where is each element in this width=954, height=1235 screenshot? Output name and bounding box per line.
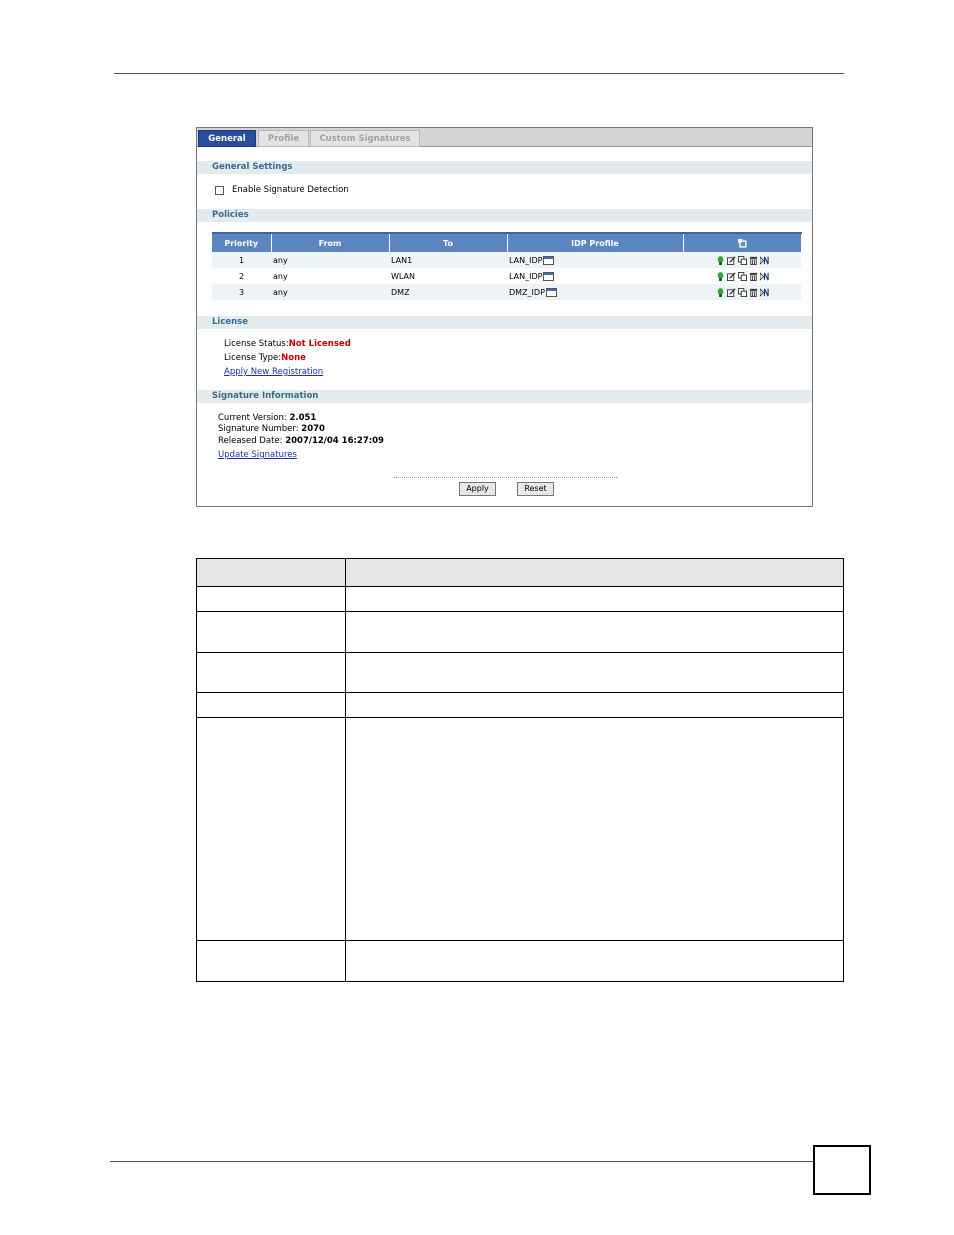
move-icon[interactable] <box>759 271 769 281</box>
status-icon[interactable] <box>716 287 725 297</box>
to-cell: DMZ <box>389 284 507 300</box>
priority-cell: 2 <box>212 268 271 284</box>
released-date-value: 2007/12/04 16:27:09 <box>285 436 384 446</box>
page-number-box <box>813 1145 871 1195</box>
section-signature-information: Signature Information <box>197 390 812 403</box>
delete-icon[interactable] <box>749 288 758 297</box>
policies-table: Priority From To IDP Profile 1 any LAN1 … <box>212 232 802 300</box>
edit-icon[interactable] <box>726 287 736 297</box>
table-row[interactable]: 1 any LAN1 LAN_IDP <box>212 252 801 268</box>
move-icon[interactable] <box>759 255 769 265</box>
copy-icon[interactable] <box>737 255 747 265</box>
button-divider <box>394 477 617 478</box>
column-divider <box>345 559 346 981</box>
copy-icon[interactable] <box>737 287 747 297</box>
row-divider <box>197 611 843 612</box>
license-type-value: None <box>281 353 306 363</box>
idp-profile-cell: LAN_IDP <box>507 268 683 284</box>
edit-icon[interactable] <box>726 271 736 281</box>
move-icon[interactable] <box>759 287 769 297</box>
idp-profile-cell: DMZ_IDP <box>507 284 683 300</box>
tab-general[interactable]: General <box>198 130 256 147</box>
to-cell: LAN1 <box>389 252 507 268</box>
edit-icon[interactable] <box>726 255 736 265</box>
license-status-value: Not Licensed <box>288 339 351 349</box>
priority-cell: 1 <box>212 252 271 268</box>
profile-window-icon[interactable] <box>545 287 557 297</box>
tab-bar: General Profile Custom Signatures <box>197 128 812 147</box>
col-to[interactable]: To <box>389 232 508 252</box>
description-table <box>196 558 844 982</box>
apply-new-registration-link[interactable]: Apply New Registration <box>224 367 323 377</box>
add-icon[interactable] <box>737 238 747 248</box>
released-date-label: Released Date: <box>218 436 286 446</box>
policies-header-row: Priority From To IDP Profile <box>212 232 802 252</box>
idp-profile-value: DMZ_IDP <box>509 287 545 297</box>
row-divider <box>197 940 843 941</box>
signature-number-row: Signature Number: 2070 <box>218 424 325 434</box>
current-version-value: 2.051 <box>289 413 317 423</box>
copy-icon[interactable] <box>737 271 747 281</box>
row-divider <box>197 692 843 693</box>
status-icon[interactable] <box>716 271 725 281</box>
license-type-label: License Type: <box>224 353 282 363</box>
delete-icon[interactable] <box>749 272 758 281</box>
section-policies: Policies <box>197 209 812 222</box>
section-general-settings: General Settings <box>197 161 812 174</box>
col-priority[interactable]: Priority <box>212 232 272 252</box>
table-row[interactable]: 2 any WLAN LAN_IDP <box>212 268 801 284</box>
license-type-row: License Type:None <box>224 353 306 363</box>
current-version-label: Current Version: <box>218 413 290 423</box>
enable-signature-detection-checkbox[interactable] <box>215 186 224 195</box>
description-table-header <box>197 559 843 587</box>
idp-general-screen: General Profile Custom Signatures Genera… <box>196 127 813 507</box>
signature-number-value: 2070 <box>301 424 325 434</box>
delete-icon[interactable] <box>749 256 758 265</box>
actions-cell <box>683 284 801 300</box>
from-cell: any <box>271 252 389 268</box>
tab-custom-signatures[interactable]: Custom Signatures <box>310 130 420 147</box>
section-license: License <box>197 316 812 329</box>
reset-button[interactable]: Reset <box>517 482 554 496</box>
header-rule <box>114 73 844 74</box>
col-actions <box>683 232 802 252</box>
profile-window-icon[interactable] <box>543 255 555 265</box>
signature-number-label: Signature Number: <box>218 424 302 434</box>
table-row[interactable]: 3 any DMZ DMZ_IDP <box>212 284 801 300</box>
license-status-label: License Status: <box>224 339 289 349</box>
update-signatures-link[interactable]: Update Signatures <box>218 450 297 460</box>
tab-profile[interactable]: Profile <box>258 130 309 147</box>
to-cell: WLAN <box>389 268 507 284</box>
idp-profile-value: LAN_IDP <box>509 255 543 265</box>
apply-button[interactable]: Apply <box>459 482 496 496</box>
enable-signature-detection-label: Enable Signature Detection <box>232 185 349 195</box>
license-status-row: License Status:Not Licensed <box>224 339 351 349</box>
from-cell: any <box>271 268 389 284</box>
profile-window-icon[interactable] <box>543 271 555 281</box>
row-divider <box>197 717 843 718</box>
idp-profile-cell: LAN_IDP <box>507 252 683 268</box>
current-version-row: Current Version: 2.051 <box>218 413 316 423</box>
from-cell: any <box>271 284 389 300</box>
idp-profile-value: LAN_IDP <box>509 271 543 281</box>
actions-cell <box>683 268 801 284</box>
actions-cell <box>683 252 801 268</box>
row-divider <box>197 652 843 653</box>
col-idp-profile[interactable]: IDP Profile <box>507 232 684 252</box>
released-date-row: Released Date: 2007/12/04 16:27:09 <box>218 436 384 446</box>
status-icon[interactable] <box>716 255 725 265</box>
priority-cell: 3 <box>212 284 271 300</box>
footer-rule <box>110 1161 814 1162</box>
col-from[interactable]: From <box>271 232 390 252</box>
